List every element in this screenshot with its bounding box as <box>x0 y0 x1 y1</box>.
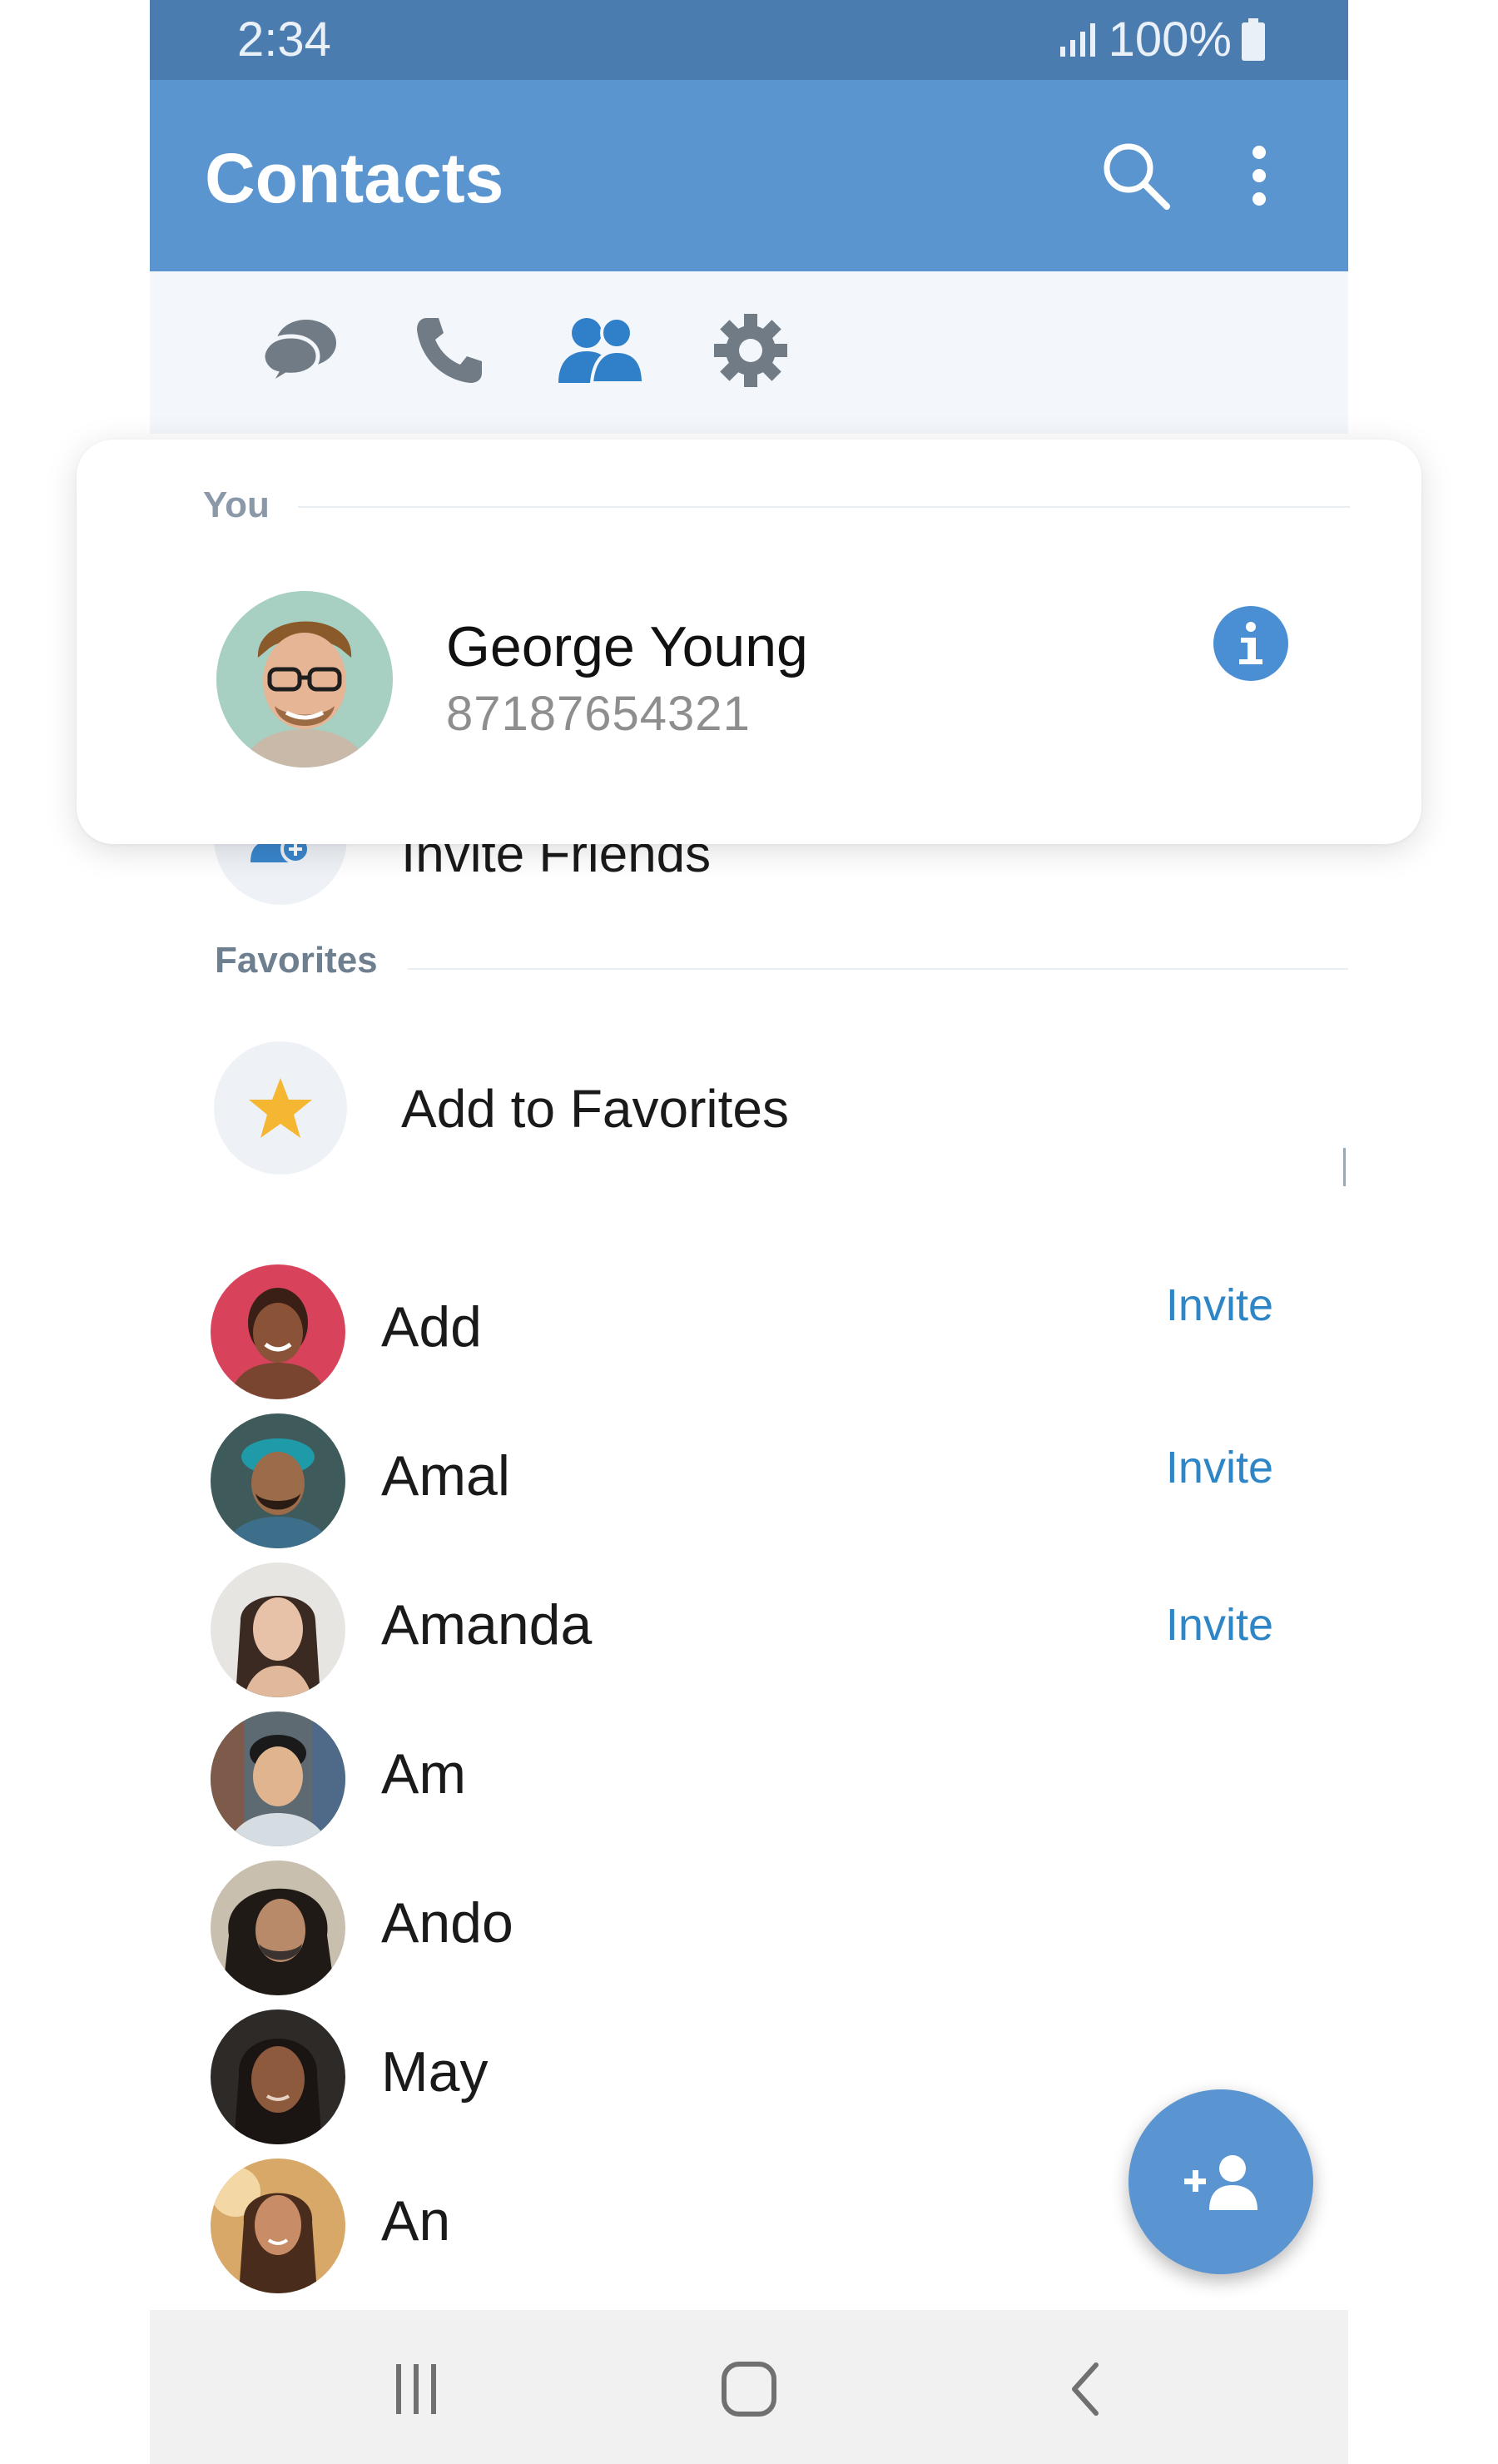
contact-name: May <box>381 2040 489 2104</box>
more-vertical-icon <box>1252 146 1266 206</box>
status-time: 2:34 <box>237 12 331 67</box>
add-to-favorites-button[interactable] <box>214 1041 347 1175</box>
add-person-icon <box>1184 2155 1257 2210</box>
invite-link[interactable]: Invite <box>1166 1279 1273 1331</box>
status-bar: 2:34 100% <box>150 0 1348 80</box>
contact-row-amal[interactable]: Amal Invite <box>150 1407 1348 1555</box>
chat-bubbles-icon <box>260 320 336 388</box>
add-to-favorites-label[interactable]: Add to Favorites <box>401 1078 789 1140</box>
overflow-menu-button[interactable] <box>1230 130 1288 221</box>
info-icon <box>1239 622 1262 664</box>
tab-chats[interactable] <box>241 305 358 396</box>
invite-link[interactable]: Invite <box>1166 1442 1273 1493</box>
user-phone: 87187654321 <box>446 687 751 741</box>
home-button[interactable] <box>699 2347 799 2431</box>
avatar <box>211 1711 345 1846</box>
phone-screen: 2:34 100% Contacts Invite Friends Favori… <box>150 0 1348 2464</box>
contact-row-am[interactable]: Am <box>150 1705 1348 1853</box>
you-card: You George Young 87187654321 <box>77 440 1421 844</box>
avatar <box>211 1264 345 1399</box>
avatar <box>211 1562 345 1697</box>
search-icon <box>1104 143 1170 210</box>
status-indicators: 100% <box>1059 12 1267 67</box>
search-button[interactable] <box>1090 130 1182 221</box>
tab-calls[interactable] <box>391 305 508 396</box>
contact-row-amanda[interactable]: Amanda Invite <box>150 1556 1348 1704</box>
contact-name: Ando <box>381 1891 513 1955</box>
battery-icon <box>1242 17 1265 61</box>
contact-name: Amal <box>381 1444 510 1508</box>
contact-name: Add <box>381 1295 482 1359</box>
user-name: George Young <box>446 615 808 678</box>
contact-name: An <box>381 2189 451 2253</box>
avatar <box>211 2009 345 2144</box>
home-icon <box>722 2362 776 2417</box>
info-button[interactable] <box>1213 606 1288 681</box>
favorites-header: Favorites <box>215 940 378 981</box>
signal-icon <box>1059 22 1095 57</box>
tab-settings[interactable] <box>692 305 809 396</box>
battery-percent: 100% <box>1108 12 1232 67</box>
back-button[interactable] <box>1035 2347 1135 2431</box>
avatar <box>211 2158 345 2293</box>
you-section-label: You <box>203 484 270 525</box>
tab-bar <box>150 271 1348 434</box>
section-divider <box>298 506 1350 508</box>
section-divider <box>408 968 1348 970</box>
avatar <box>211 1860 345 1995</box>
contact-row-add[interactable]: Add Invite <box>150 1258 1348 1406</box>
page-title: Contacts <box>205 139 504 217</box>
star-icon <box>249 1078 312 1138</box>
gear-icon <box>714 314 787 387</box>
avatar <box>211 1413 345 1548</box>
contact-name: Am <box>381 1742 466 1806</box>
app-bar: Contacts <box>150 80 1348 271</box>
recents-icon <box>396 2364 436 2414</box>
scroll-indicator <box>1343 1148 1348 1186</box>
back-icon <box>1072 2362 1099 2416</box>
tab-contacts[interactable] <box>543 305 659 396</box>
invite-link[interactable]: Invite <box>1166 1599 1273 1651</box>
contact-name: Amanda <box>381 1593 593 1657</box>
recent-apps-button[interactable] <box>366 2347 466 2431</box>
phone-icon <box>417 318 482 383</box>
system-navigation-bar <box>150 2310 1348 2464</box>
contact-row-ando[interactable]: Ando <box>150 1854 1348 2002</box>
contacts-icon <box>558 316 646 385</box>
avatar[interactable] <box>216 591 393 768</box>
add-contact-fab[interactable] <box>1128 2089 1313 2274</box>
